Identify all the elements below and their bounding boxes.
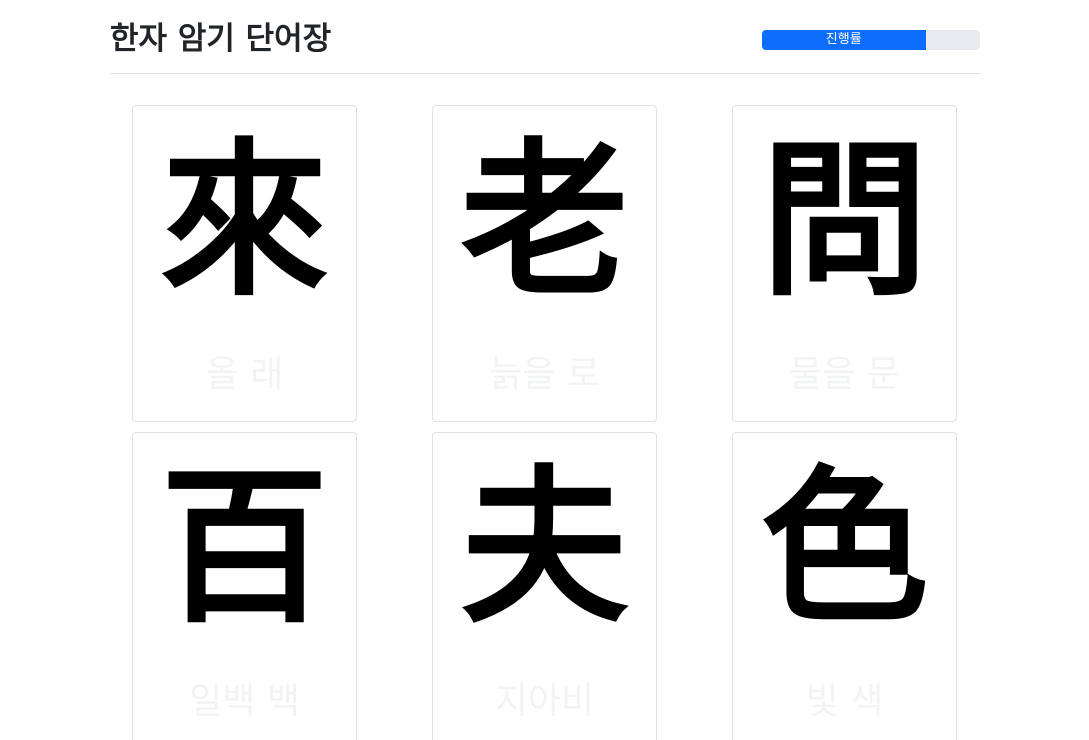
progress-bar: 진행률 [762, 30, 980, 50]
flashcard[interactable]: 夫 지아비 [432, 432, 657, 740]
hanja-meaning: 빛 색 [805, 681, 884, 722]
header: 한자 암기 단어장 진행률 [110, 0, 980, 74]
hanja-character: 夫 [460, 448, 629, 646]
hanja-character: 老 [460, 121, 629, 319]
hanja-character: 來 [160, 121, 329, 319]
flashcard[interactable]: 問 물을 문 [732, 105, 957, 422]
flashcard[interactable]: 老 늙을 로 [432, 105, 657, 422]
page-title: 한자 암기 단어장 [110, 21, 332, 57]
progress-fill: 진행률 [762, 30, 926, 50]
flashcard[interactable]: 色 빛 색 [732, 432, 957, 740]
hanja-meaning: 지아비 [494, 681, 595, 722]
card-grid: 來 올 래 老 늙을 로 問 물을 문 百 일백 백 夫 지아비 色 빛 색 [132, 105, 957, 740]
hanja-character: 色 [760, 448, 929, 646]
hanja-character: 百 [160, 448, 329, 646]
hanja-meaning: 늙을 로 [489, 354, 600, 395]
hanja-character: 問 [760, 121, 929, 319]
hanja-meaning: 올 래 [205, 354, 284, 395]
flashcard[interactable]: 百 일백 백 [132, 432, 357, 740]
hanja-meaning: 일백 백 [189, 681, 300, 722]
hanja-meaning: 물을 문 [789, 354, 900, 395]
flashcard[interactable]: 來 올 래 [132, 105, 357, 422]
page: 한자 암기 단어장 진행률 來 올 래 老 늙을 로 問 물을 문 百 일백 백… [0, 0, 1089, 740]
